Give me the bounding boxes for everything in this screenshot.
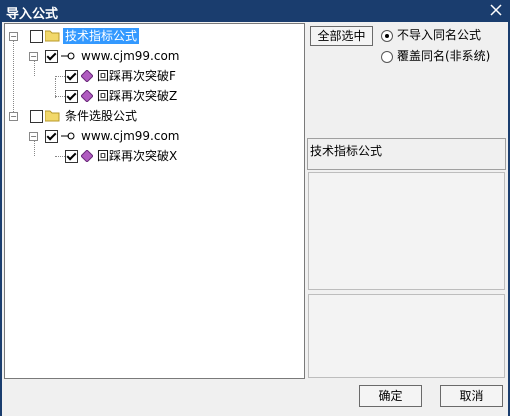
collapse-toggle[interactable]: − — [9, 32, 18, 41]
radio-overwrite[interactable] — [381, 51, 393, 63]
radio-overwrite-label[interactable]: 覆盖同名(非系统) — [397, 49, 490, 63]
tree-node-group2[interactable]: − 条件选股公式 — [9, 108, 299, 126]
title-bar[interactable]: 导入公式 — [0, 0, 510, 22]
formula-icon — [81, 150, 93, 162]
group2-checkbox[interactable] — [30, 110, 43, 123]
site2-checkbox[interactable] — [45, 130, 58, 143]
formula-description-panel — [308, 172, 505, 290]
site1-checkbox[interactable] — [45, 50, 58, 63]
tree-line — [13, 38, 14, 116]
formula-icon — [81, 90, 93, 102]
cancel-button[interactable]: 取消 — [440, 385, 503, 407]
group1-label[interactable]: 技术指标公式 — [63, 28, 140, 44]
tree-line — [55, 96, 65, 97]
tree-node-formula[interactable]: 回踩再次突破F — [51, 68, 291, 86]
radio-skip-duplicate[interactable] — [381, 30, 393, 42]
window-title: 导入公式 — [6, 7, 59, 22]
formula-tree[interactable]: − 技术指标公式 − www.cjm99.com 回踩再次突破F 回踩再次突破Z — [4, 23, 305, 379]
formula-label: 回踩再次突破X — [97, 149, 178, 163]
site1-label: www.cjm99.com — [81, 49, 180, 63]
formula-param-panel — [308, 294, 505, 378]
collapse-toggle[interactable]: − — [29, 132, 38, 141]
formula-checkbox[interactable] — [65, 90, 78, 103]
tree-node-site2[interactable]: − www.cjm99.com — [29, 128, 289, 146]
folder-icon — [45, 110, 60, 122]
formula-type-label: 技术指标公式 — [310, 144, 383, 158]
key-icon — [61, 132, 75, 140]
tree-line — [55, 76, 65, 77]
select-all-button[interactable]: 全部选中 — [310, 26, 373, 46]
formula-icon — [81, 70, 93, 82]
group1-checkbox[interactable] — [30, 30, 43, 43]
folder-icon — [45, 30, 60, 42]
formula-label: 回踩再次突破F — [97, 69, 176, 83]
radio-skip-duplicate-label[interactable]: 不导入同名公式 — [397, 28, 481, 42]
group2-label[interactable]: 条件选股公式 — [65, 108, 137, 124]
tree-node-formula[interactable]: 回踩再次突破Z — [51, 88, 291, 106]
formula-type-panel: 技术指标公式 — [307, 138, 506, 170]
formula-checkbox[interactable] — [65, 150, 78, 163]
site2-label: www.cjm99.com — [81, 129, 180, 143]
tree-node-formula[interactable]: 回踩再次突破X — [51, 148, 291, 166]
collapse-toggle[interactable]: − — [9, 112, 18, 121]
formula-checkbox[interactable] — [65, 70, 78, 83]
formula-label: 回踩再次突破Z — [97, 89, 178, 103]
tree-node-group1[interactable]: − 技术指标公式 — [9, 28, 299, 46]
collapse-toggle[interactable]: − — [29, 52, 38, 61]
ok-button[interactable]: 确定 — [359, 385, 422, 407]
tree-node-site1[interactable]: − www.cjm99.com — [29, 48, 289, 66]
tree-line — [55, 156, 65, 157]
key-icon — [61, 52, 75, 60]
close-icon[interactable] — [488, 2, 504, 18]
